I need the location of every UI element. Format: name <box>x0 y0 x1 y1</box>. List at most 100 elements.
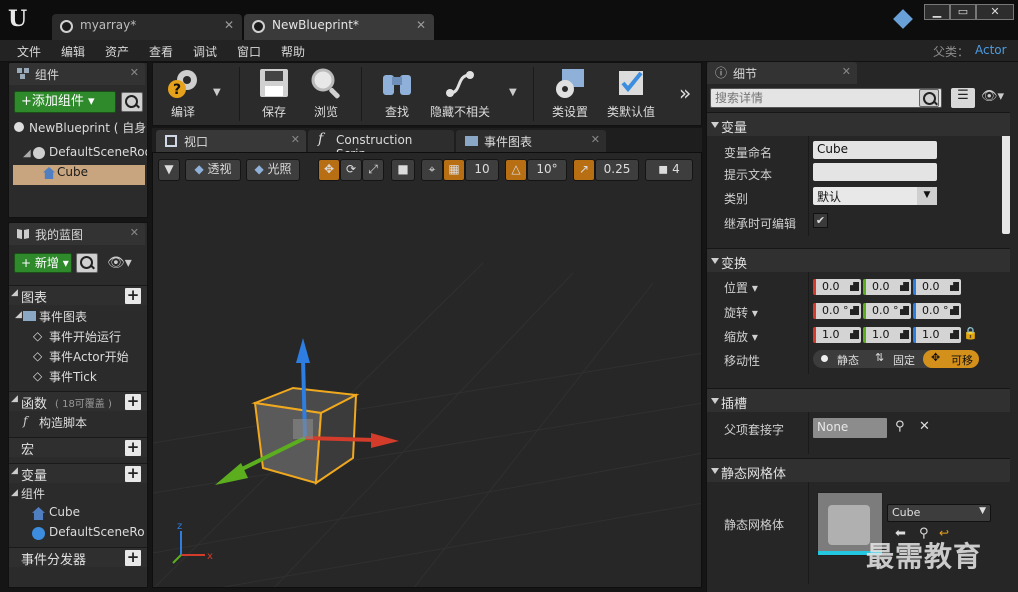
tab-myarray[interactable]: myarray* ✕ <box>52 14 242 40</box>
view-options-eye-icon[interactable]: 👁▾ <box>981 89 1004 104</box>
browse-socket-icon[interactable]: ⚲ <box>895 419 905 434</box>
section-macros[interactable]: 宏 + <box>9 437 147 458</box>
components-tab[interactable]: 组件 ✕ <box>9 63 145 85</box>
hide-unrelated-dropdown[interactable]: ▼ <box>509 87 517 98</box>
tab-event-graph[interactable]: 事件图表 ✕ <box>456 130 606 152</box>
search-icon[interactable] <box>76 253 98 273</box>
compile-options-dropdown[interactable]: ▼ <box>213 87 221 98</box>
viewport-options-dropdown[interactable]: ▼ <box>158 159 180 181</box>
component-root-item[interactable]: NewBlueprint ( 自身 <box>9 119 147 139</box>
my-blueprint-tab[interactable]: 我的蓝图 ✕ <box>9 223 145 245</box>
scale-x-field[interactable]: 1.0 <box>813 327 861 343</box>
static-mesh-dropdown[interactable]: Cube ▼ <box>887 504 991 522</box>
menu-help[interactable]: 帮助 <box>281 43 305 60</box>
event-actor-overlap-item[interactable]: ◇ 事件Actor开始 <box>9 348 147 368</box>
variable-scene-root-item[interactable]: DefaultSceneRo <box>9 525 147 545</box>
variable-name-input[interactable]: Cube <box>813 141 937 159</box>
component-cube-item[interactable]: Cube <box>13 165 145 185</box>
menu-asset[interactable]: 资产 <box>105 43 129 60</box>
location-label[interactable]: 位置 ▾ <box>724 279 758 296</box>
search-icon[interactable] <box>121 92 143 112</box>
scale-label[interactable]: 缩放 ▾ <box>724 328 758 345</box>
scale-y-field[interactable]: 1.0 <box>863 327 911 343</box>
close-icon[interactable]: ✕ <box>842 65 851 78</box>
minimize-button[interactable]: ▁ <box>924 4 950 20</box>
add-new-button[interactable]: + 新增 ▾ <box>14 253 72 273</box>
location-z-field[interactable]: 0.0 <box>913 279 961 295</box>
mobility-static-option[interactable]: 静态 <box>813 350 865 368</box>
section-variable[interactable]: 变量 <box>707 112 1010 136</box>
tab-newblueprint[interactable]: NewBlueprint* ✕ <box>244 14 434 40</box>
grid-snap-toggle[interactable]: ▦ <box>443 159 465 181</box>
viewport[interactable]: x z ▼ ◆ 透视 ◆ 光照 ✥ ⟳ ⤢ ■ ⌖ ▦ 10 △ 10° ↗ 0… <box>152 152 702 588</box>
browse-button[interactable]: 浏览 <box>303 65 349 123</box>
property-matrix-button[interactable]: ☰ <box>951 88 975 108</box>
rotation-y-field[interactable]: 0.0 ° <box>863 303 911 319</box>
section-static-mesh[interactable]: 静态网格体 <box>707 458 1010 482</box>
mobility-stationary-option[interactable]: ⇅ 固定 <box>867 350 921 368</box>
close-icon[interactable]: ✕ <box>591 133 600 146</box>
add-function-button[interactable]: + <box>125 394 141 410</box>
close-window-button[interactable]: ✕ <box>976 4 1014 20</box>
scale-mode-button[interactable]: ⤢ <box>362 159 384 181</box>
rotation-x-field[interactable]: 0.0 ° <box>813 303 861 319</box>
scale-snap-toggle[interactable]: ↗ <box>573 159 595 181</box>
category-dropdown[interactable]: 默认 ▼ <box>813 187 937 205</box>
coordinate-space-button[interactable]: ■ <box>391 159 415 181</box>
toolbar-overflow-icon[interactable]: » <box>679 81 691 105</box>
parent-class-link[interactable]: Actor <box>975 43 1007 57</box>
section-variables[interactable]: ◢ 变量 + <box>9 463 147 484</box>
components-category[interactable]: ◢ 组件 <box>9 485 147 505</box>
scale-snap-value[interactable]: 0.25 <box>595 159 639 181</box>
close-icon[interactable]: ✕ <box>416 18 426 32</box>
add-graph-button[interactable]: + <box>125 288 141 304</box>
clear-socket-icon[interactable]: ✕ <box>919 419 930 434</box>
tab-construction-script[interactable]: f Construction Scrip <box>308 130 454 161</box>
close-icon[interactable]: ✕ <box>130 226 139 239</box>
details-search-input[interactable] <box>711 89 917 107</box>
menu-debug[interactable]: 调试 <box>193 43 217 60</box>
menu-view[interactable]: 查看 <box>149 43 173 60</box>
event-graph-item[interactable]: ◢ 事件图表 <box>9 308 147 328</box>
lit-button[interactable]: ◆ 光照 <box>246 159 300 181</box>
surface-snap-button[interactable]: ⌖ <box>421 159 443 181</box>
location-x-field[interactable]: 0.0 <box>813 279 861 295</box>
scale-z-field[interactable]: 1.0 <box>913 327 961 343</box>
eye-icon[interactable]: 👁▾ <box>107 255 132 271</box>
close-icon[interactable]: ✕ <box>224 18 234 32</box>
search-icon[interactable] <box>919 89 939 107</box>
camera-speed-button[interactable]: ◼ 4 <box>645 159 693 181</box>
rotation-snap-value[interactable]: 10° <box>527 159 567 181</box>
details-tab[interactable]: ⓘ 细节 ✕ <box>707 62 857 84</box>
class-settings-button[interactable]: 类设置 <box>545 65 595 123</box>
menu-window[interactable]: 窗口 <box>237 43 261 60</box>
menu-file[interactable]: 文件 <box>17 43 41 60</box>
compile-button[interactable]: ? 编译 <box>157 65 209 123</box>
maximize-button[interactable]: ▭ <box>950 4 976 20</box>
tab-viewport[interactable]: 视口 ✕ <box>156 130 306 152</box>
rotation-label[interactable]: 旋转 ▾ <box>724 304 758 321</box>
editable-checkbox[interactable]: ✔ <box>813 213 828 228</box>
section-event-dispatchers[interactable]: 事件分发器 + <box>9 547 147 568</box>
add-dispatcher-button[interactable]: + <box>125 550 141 566</box>
menu-edit[interactable]: 编辑 <box>61 43 85 60</box>
lock-icon[interactable]: 🔒 <box>963 326 978 340</box>
class-defaults-button[interactable]: 类默认值 <box>601 65 661 123</box>
section-graphs[interactable]: ◢ 图表 + <box>9 285 147 306</box>
details-search-box[interactable] <box>710 88 942 108</box>
add-component-button[interactable]: +添加组件 ▾ <box>14 91 116 113</box>
content-cube-icon[interactable] <box>893 9 913 29</box>
find-button[interactable]: 查找 <box>373 65 421 123</box>
close-icon[interactable]: ✕ <box>291 133 300 146</box>
grid-snap-value[interactable]: 10 <box>465 159 499 181</box>
tooltip-input[interactable] <box>813 163 937 181</box>
rotation-z-field[interactable]: 0.0 ° <box>913 303 961 319</box>
rotate-mode-button[interactable]: ⟳ <box>340 159 362 181</box>
rotation-snap-toggle[interactable]: △ <box>505 159 527 181</box>
event-tick-item[interactable]: ◇ 事件Tick <box>9 368 147 388</box>
event-begin-play-item[interactable]: ◇ 事件开始运行 <box>9 328 147 348</box>
add-macro-button[interactable]: + <box>125 440 141 456</box>
construction-script-item[interactable]: f 构造脚本 <box>9 414 147 434</box>
section-sockets[interactable]: 插槽 <box>707 388 1010 412</box>
variable-cube-item[interactable]: Cube <box>9 505 147 525</box>
